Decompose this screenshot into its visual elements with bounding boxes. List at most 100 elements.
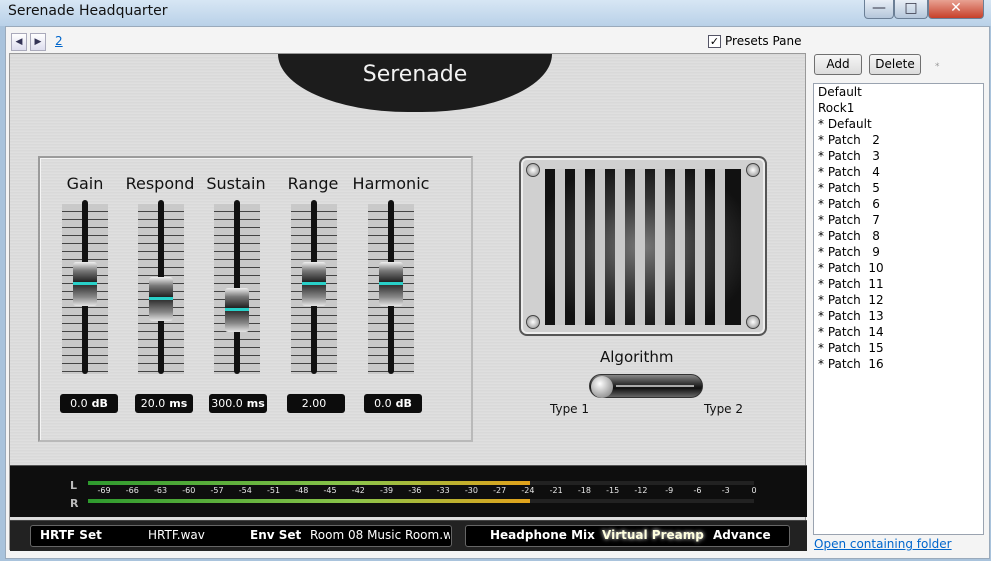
list-item[interactable]: * Patch 12 [814,292,983,308]
virtual-preamp-button[interactable]: Virtual Preamp [602,528,704,542]
meter-tick-label: -9 [665,486,674,495]
sustain-fader[interactable] [225,288,249,333]
respond-unit: ms [169,397,188,410]
maximize-button[interactable]: □ [894,0,928,19]
hrtf-set-value[interactable]: HRTF.wav [148,528,205,542]
level-meter: L R -69 -66 -63 -60 -57 -54 -51 -48 -45 -42 -39 -36… [10,465,807,517]
logo-text: Serenade [362,62,468,87]
plugin-panel: Serenade Gain 0.0 dB Respond 20.0 ms Susta… [9,53,807,551]
meter-right-label: R [70,497,79,510]
list-item[interactable]: * Patch 2 [814,132,983,148]
meter-left-track [530,481,754,485]
headphone-mix-button[interactable]: Headphone Mix [490,528,595,542]
list-item[interactable]: * Patch 13 [814,308,983,324]
bottom-bar: HRTF Set HRTF.wav Env Set Room 08 Music … [10,520,807,551]
algorithm-type2-label: Type 2 [704,402,744,416]
algorithm-switch-groove [616,385,694,387]
meter-tick-label: -66 [125,486,139,495]
list-item[interactable]: * Patch 11 [814,276,983,292]
list-item[interactable]: * Default [814,116,983,132]
meter-tick-label: -63 [153,486,168,495]
list-item[interactable]: * Patch 14 [814,324,983,340]
respond-value[interactable]: 20.0 ms [135,394,193,413]
list-item[interactable]: * Patch 3 [814,148,983,164]
open-folder-link[interactable]: Open containing folder [814,537,952,551]
harmonic-fader[interactable] [379,262,403,307]
meter-tick-label: -48 [295,486,309,495]
grill-bar [695,169,705,325]
meter-tick-label: 0 [751,486,757,495]
env-set-value[interactable]: Room 08 Music Room.wa [310,528,450,542]
gain-fader[interactable] [73,262,97,307]
harmonic-unit: dB [395,397,412,410]
list-item[interactable]: * Patch 9 [814,244,983,260]
meter-tick-label: -36 [408,486,422,495]
list-item[interactable]: * Patch 10 [814,260,983,276]
range-fader[interactable] [302,262,326,307]
meter-tick-label: -27 [493,486,507,495]
close-button[interactable]: ✕ [928,0,984,19]
meter-tick-label: -18 [577,486,591,495]
algorithm-switch-thumb[interactable] [591,376,613,398]
presets-pane-checkbox[interactable]: ✓ [708,34,721,48]
respond-fader[interactable] [149,276,173,321]
tube-grill-display [519,156,767,336]
meter-tick-label: -24 [521,486,535,495]
list-item[interactable]: Default [814,84,983,100]
delete-button[interactable]: Delete [869,54,921,75]
minimize-button[interactable]: — [864,0,894,19]
gain-unit: dB [91,397,108,410]
env-set-label: Env Set [250,528,302,542]
list-item[interactable]: * Patch 6 [814,196,983,212]
algorithm-type1-label: Type 1 [550,402,590,416]
advance-button[interactable]: Advance [713,528,771,542]
meter-right-track [530,499,754,503]
sustain-unit: ms [246,397,265,410]
grill-bar [715,169,725,325]
list-item[interactable]: * Patch 4 [814,164,983,180]
logo: Serenade [278,54,552,112]
preset-list[interactable]: Default Rock1 * Default * Patch 2 * Patch 3 *… [813,83,984,535]
range-value[interactable]: 2.00 [287,394,345,413]
back-arrow-icon[interactable]: ◀ [11,33,27,51]
meter-scale: -69 -66 -63 -60 -57 -54 -51 -48 -45 -42 -39 -36 -33-… [90,486,757,498]
grill-bar [675,169,685,325]
page-link[interactable]: 2 [55,34,63,48]
screw-icon [746,315,760,329]
window-title: Serenade Headquarter [8,3,168,19]
fader-group: Gain 0.0 dB Respond 20.0 ms Sustain 300.0 m… [38,156,473,442]
meter-tick-label: -3 [721,486,730,495]
list-item[interactable]: * Patch 15 [814,340,983,356]
meter-tick-label: -69 [97,486,111,495]
range-label: Range [287,174,339,193]
harmonic-number: 0.0 [374,397,392,410]
grill-bar [615,169,625,325]
screw-icon [746,163,760,177]
sustain-number: 300.0 [211,397,243,410]
meter-tick-label: -12 [634,486,648,495]
harmonic-value[interactable]: 0.0 dB [364,394,422,413]
algorithm-label: Algorithm [600,348,674,366]
meter-tick-label: -30 [464,486,478,495]
algorithm-switch[interactable] [589,374,703,398]
meter-left-bar [88,481,530,485]
grill-slots [545,169,741,325]
grill-bar [575,169,585,325]
meter-tick-label: -54 [238,486,252,495]
sustain-value[interactable]: 300.0 ms [209,394,267,413]
screw-icon [526,163,540,177]
presets-pane-label: Presets Pane [725,34,802,48]
add-button[interactable]: Add [814,54,862,75]
grill-bar [655,169,665,325]
forward-arrow-icon[interactable]: ▶ [30,33,46,51]
list-item[interactable]: * Patch 7 [814,212,983,228]
list-item[interactable]: Rock1 [814,100,983,116]
meter-right-bar [88,499,530,503]
gain-value[interactable]: 0.0 dB [60,394,118,413]
screw-icon [526,315,540,329]
list-item[interactable]: * Patch 5 [814,180,983,196]
list-item[interactable]: * Patch 16 [814,356,983,372]
presets-pane-toggle[interactable]: ✓ Presets Pane [708,34,802,48]
grill-bar [595,169,605,325]
list-item[interactable]: * Patch 8 [814,228,983,244]
